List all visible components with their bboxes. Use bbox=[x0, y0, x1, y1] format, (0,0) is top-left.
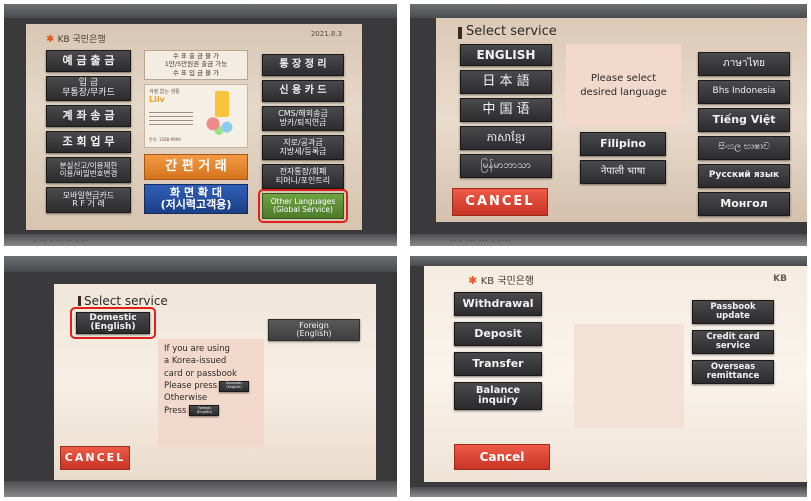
photo-caption: ·· · ··· ··· · ···· bbox=[450, 237, 512, 245]
highlight-frame bbox=[258, 189, 348, 223]
photo-language-select: Select service ENGLISH 日 本 語 中 国 语 ភាសាខ… bbox=[410, 4, 807, 246]
kb-brand-text: KB 국민은행 bbox=[57, 35, 106, 45]
mobile-cash-card-button[interactable]: 모바일현금카드 R F 거 래 bbox=[46, 187, 131, 213]
photo-korean-main-menu: ✱ KB 국민은행 2021.8.3 예 금 출 금 입 금 무통장/무카드 계… bbox=[4, 4, 397, 246]
language-sinhala-button[interactable]: සිංහල භාෂාව bbox=[698, 136, 790, 160]
photo-domestic-foreign: Select service Domestic (English) Foreig… bbox=[4, 256, 397, 497]
kb-brand-text: KB 국민은행 bbox=[480, 276, 535, 287]
kb-star-icon: ✱ bbox=[46, 34, 55, 45]
ad-bubbles-image bbox=[201, 115, 241, 137]
language-filipino-button[interactable]: Filipino bbox=[580, 132, 666, 156]
info-line-4: Please press Domestic (English) bbox=[164, 380, 264, 392]
atm-bezel bbox=[4, 256, 397, 272]
language-burmese-button[interactable]: မြန်မာဘာသာ bbox=[460, 154, 552, 178]
info-line-5: Otherwise bbox=[164, 393, 208, 404]
notice-box: 수 표 출 금 불 가 1만/5만원권 출금 가능 수 표 입 금 불 가 bbox=[144, 50, 248, 80]
atm-screen: ✱ KB 국민은행 2021.8.3 예 금 출 금 입 금 무통장/무카드 계… bbox=[26, 24, 362, 230]
atm-bezel-bottom bbox=[4, 481, 397, 497]
passbook-update-button[interactable]: Passbook update bbox=[692, 300, 774, 324]
kb-corner-mark: KB bbox=[773, 274, 787, 284]
info-line-2: a Korea-issued bbox=[164, 356, 227, 367]
language-indonesian-button[interactable]: Bhs Indonesia bbox=[698, 80, 790, 104]
screen-title: Select service bbox=[466, 24, 557, 39]
language-nepali-button[interactable]: नेपाली भाषा bbox=[580, 160, 666, 184]
atm-bezel-bottom bbox=[410, 487, 807, 497]
atm-screen: Select service ENGLISH 日 本 語 中 国 语 ភាសាខ… bbox=[436, 18, 807, 222]
title-marker bbox=[78, 296, 81, 306]
center-panel bbox=[574, 324, 684, 428]
giro-tax-button[interactable]: 지로/공과금 지방세/등록금 bbox=[262, 135, 344, 160]
photo-english-menu: ✱ KB 국민은행 KB Withdrawal Deposit Transfer… bbox=[410, 256, 807, 497]
info-line-3: card or passbook bbox=[164, 368, 237, 379]
ad-brand: Liiv bbox=[149, 95, 165, 104]
balance-inquiry-button[interactable]: Balance inquiry bbox=[454, 382, 542, 410]
mini-foreign-badge: Foreign (English) bbox=[189, 405, 220, 417]
mini-domestic-badge: Domestic (English) bbox=[219, 380, 250, 392]
screen-title: Select service bbox=[84, 294, 168, 308]
ad-heading: 걱정 없는 생활 bbox=[149, 89, 180, 95]
atm-bezel bbox=[410, 256, 807, 266]
atm-bezel bbox=[410, 4, 807, 18]
ad-footer: 문의: 1588-9999 bbox=[149, 137, 181, 142]
transfer-button[interactable]: Transfer bbox=[454, 352, 542, 376]
atm-screen: ✱ KB 국민은행 KB Withdrawal Deposit Transfer… bbox=[424, 266, 807, 482]
withdrawal-button[interactable]: 예 금 출 금 bbox=[46, 50, 131, 72]
easy-transaction-button[interactable]: 간 편 거 래 bbox=[144, 154, 248, 180]
language-mongolian-button[interactable]: Монгол bbox=[698, 192, 790, 216]
withdrawal-button[interactable]: Withdrawal bbox=[454, 292, 542, 316]
kb-logo: ✱ KB 국민은행 bbox=[46, 32, 106, 45]
highlight-frame bbox=[70, 307, 156, 339]
info-line-1: If you are using bbox=[164, 344, 230, 354]
language-english-button[interactable]: ENGLISH bbox=[460, 44, 552, 66]
deposit-button[interactable]: Deposit bbox=[454, 322, 542, 346]
e-passbook-button[interactable]: 전자통장/회폐 티머니/포인트리 bbox=[262, 164, 344, 189]
overseas-remittance-button[interactable]: Overseas remittance bbox=[692, 360, 774, 384]
language-chinese-button[interactable]: 中 国 语 bbox=[460, 98, 552, 122]
ad-banner: 걱정 없는 생활 Liiv 문의: 1588-9999 bbox=[144, 84, 248, 148]
info-line-6-text: Press bbox=[164, 405, 187, 416]
language-thai-button[interactable]: ภาษาไทย bbox=[698, 52, 790, 76]
credit-card-service-button[interactable]: Credit card service bbox=[692, 330, 774, 354]
cancel-button[interactable]: CANCEL bbox=[452, 188, 548, 216]
language-prompt: Please select desired language bbox=[566, 44, 681, 126]
foreign-english-button[interactable]: Foreign (English) bbox=[268, 319, 360, 341]
cancel-button[interactable]: CANCEL bbox=[60, 446, 130, 470]
info-panel: If you are using a Korea-issued card or … bbox=[158, 339, 264, 447]
language-vietnamese-button[interactable]: Tiếng Việt bbox=[698, 108, 790, 132]
info-line-4-text: Please press bbox=[164, 380, 218, 391]
language-russian-button[interactable]: Русский язык bbox=[698, 164, 790, 188]
atm-bezel bbox=[4, 4, 397, 18]
cancel-button[interactable]: Cancel bbox=[454, 444, 550, 470]
language-japanese-button[interactable]: 日 本 語 bbox=[460, 70, 552, 94]
photo-caption: · ·· · ·· ·· · ·· bbox=[34, 237, 89, 245]
kb-logo: ✱ KB 국민은행 bbox=[468, 272, 534, 287]
deposit-button[interactable]: 입 금 무통장/무카드 bbox=[46, 76, 131, 101]
lost-report-button[interactable]: 분실신고/이용제한 이용/비밀번호변경 bbox=[46, 157, 131, 183]
transfer-button[interactable]: 계 좌 송 금 bbox=[46, 105, 131, 127]
info-line-6: Press Foreign (English) bbox=[164, 405, 264, 417]
ad-phone-image bbox=[215, 91, 229, 117]
passbook-update-button[interactable]: 통 장 정 리 bbox=[262, 54, 344, 76]
cms-overseas-button[interactable]: CMS/해외송금 방카/퇴직연금 bbox=[262, 106, 344, 131]
title-marker bbox=[458, 27, 462, 39]
screen-zoom-button[interactable]: 화 면 확 대 (저시력고객용) bbox=[144, 184, 248, 214]
inquiry-button[interactable]: 조 회 업 무 bbox=[46, 131, 131, 153]
atm-screen: Select service Domestic (English) Foreig… bbox=[54, 284, 376, 480]
credit-card-button[interactable]: 신 용 카 드 bbox=[262, 80, 344, 102]
status-text: 2021.8.3 bbox=[310, 30, 342, 38]
ad-text-lines bbox=[149, 109, 193, 127]
language-khmer-button[interactable]: ភាសាខ្មែរ bbox=[460, 126, 552, 150]
kb-star-icon: ✱ bbox=[468, 274, 478, 287]
